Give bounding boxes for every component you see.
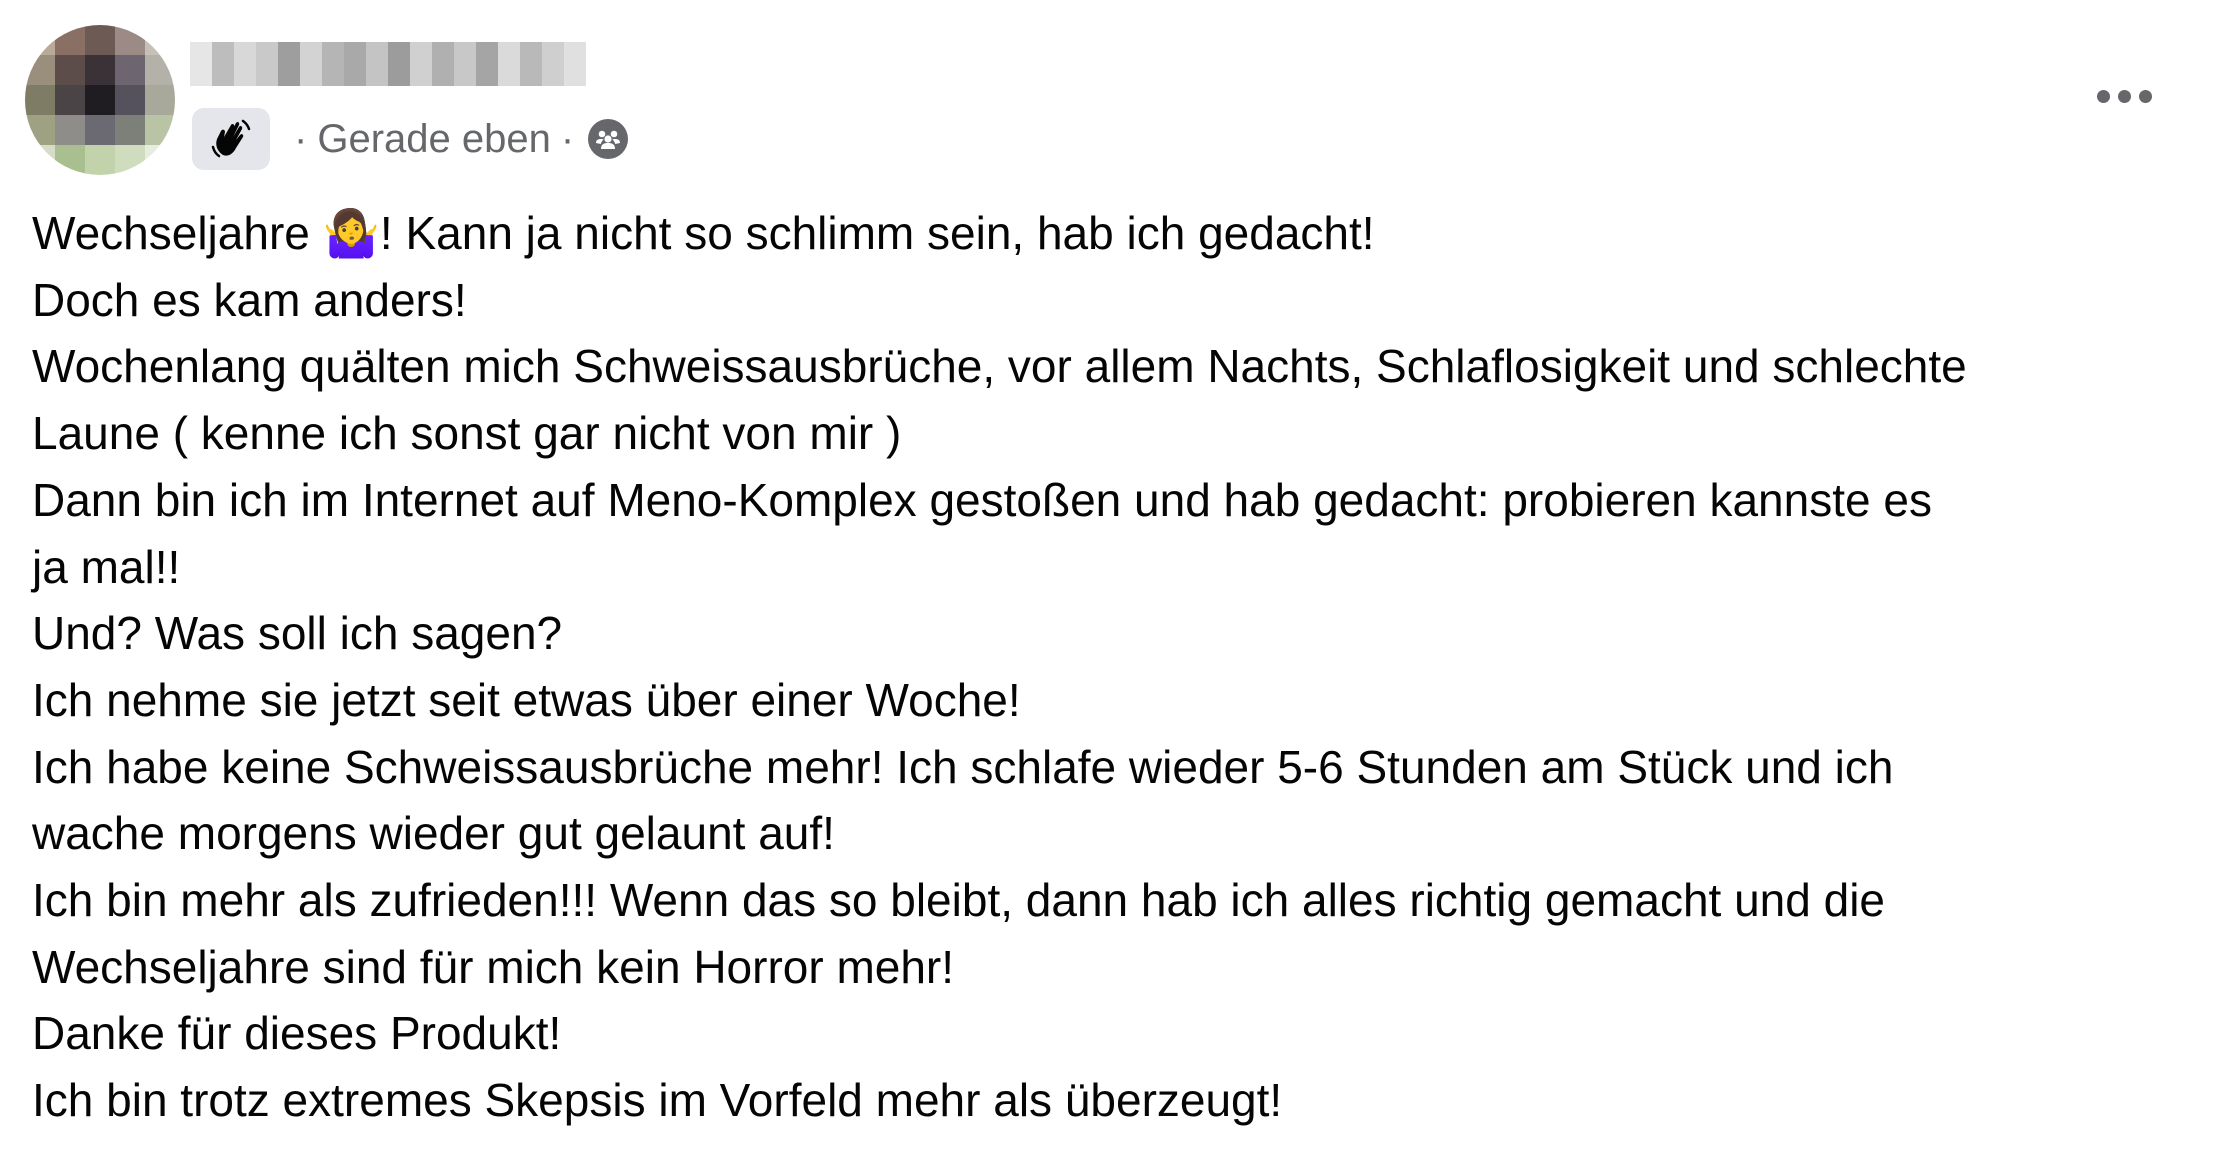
post-meta: · Gerade eben · (192, 108, 629, 170)
meta-separator: · (560, 116, 575, 161)
group-icon[interactable] (588, 119, 629, 159)
meta-separator: · (294, 116, 308, 161)
more-dot (2138, 89, 2152, 103)
more-dot (2117, 89, 2131, 103)
name-pixel (366, 42, 388, 86)
name-pixel (542, 42, 564, 86)
name-pixel (564, 42, 586, 86)
avatar-pixel (115, 85, 145, 115)
avatar-pixel (115, 55, 145, 85)
avatar-pixel (115, 25, 145, 55)
avatar-pixel (115, 115, 145, 145)
avatar-pixel (55, 85, 85, 115)
post-text-line: Laune ( kenne ich sonst gar nicht von mi… (32, 407, 902, 460)
avatar-pixel (85, 55, 115, 85)
avatar-pixel (145, 145, 175, 175)
name-pixel (476, 42, 498, 86)
name-pixel (190, 42, 212, 86)
name-pixel (432, 42, 454, 86)
post-text-line: Doch es kam anders! (32, 273, 467, 326)
waving-hand-icon[interactable] (192, 108, 270, 170)
name-pixel (256, 42, 278, 86)
post-text-line: Ich habe keine Schweissausbrüche mehr! I… (32, 740, 1894, 793)
post-text-line: ja mal!! (32, 540, 181, 593)
avatar-pixel (85, 25, 115, 55)
avatar-pixel (25, 145, 55, 175)
avatar-pixel (55, 145, 85, 175)
name-pixel (344, 42, 366, 86)
more-dot (2096, 89, 2110, 103)
post-text-line: wache morgens wieder gut gelaunt auf! (32, 807, 835, 860)
name-pixel (388, 42, 410, 86)
name-pixel (498, 42, 520, 86)
name-pixel (234, 42, 256, 86)
post-text-line: Wechseljahre 🤷‍♀️! Kann ja nicht so schl… (32, 206, 1375, 260)
avatar-pixel (145, 115, 175, 145)
name-pixel (520, 42, 542, 86)
post-text-line: Wechseljahre sind für mich kein Horror m… (32, 940, 955, 993)
avatar-pixel (145, 25, 175, 55)
avatar-pixel (85, 85, 115, 115)
name-pixel (410, 42, 432, 86)
post-text-line: Ich bin trotz extremes Skepsis im Vorfel… (32, 1074, 1283, 1127)
post-text-line: Danke für dieses Produkt! (32, 1007, 562, 1060)
avatar[interactable] (25, 25, 175, 175)
avatar-pixel (145, 85, 175, 115)
avatar-pixel (85, 145, 115, 175)
post-text-line: Wochenlang quälten mich Schweissausbrüch… (32, 340, 1967, 393)
avatar-pixel (115, 145, 145, 175)
name-pixel (454, 42, 476, 86)
post-text-line: Dann bin ich im Internet auf Meno-Komple… (32, 473, 1932, 526)
name-pixel (278, 42, 300, 86)
avatar-pixel (85, 115, 115, 145)
post-text-line: Ich bin mehr als zufrieden!!! Wenn das s… (32, 874, 1886, 927)
avatar-pixel (25, 85, 55, 115)
avatar-pixel (25, 115, 55, 145)
post-text: Wechseljahre 🤷‍♀️! Kann ja nicht so schl… (32, 200, 2197, 1134)
avatar-pixel (55, 25, 85, 55)
author-name-blurred[interactable] (190, 42, 586, 88)
name-pixel (300, 42, 322, 86)
avatar-pixel (55, 55, 85, 85)
name-pixel (212, 42, 234, 86)
avatar-pixel (25, 25, 55, 55)
post-timestamp[interactable]: Gerade eben (317, 117, 551, 162)
avatar-pixel (145, 55, 175, 85)
post-text-line: Und? Was soll ich sagen? (32, 607, 563, 660)
facebook-post: · Gerade eben · Wechseljahre 🤷‍♀️! Kann … (0, 0, 2214, 1152)
avatar-pixel (55, 115, 85, 145)
avatar-pixel (25, 55, 55, 85)
name-pixel (322, 42, 344, 86)
post-text-line: Ich nehme sie jetzt seit etwas über eine… (32, 673, 1021, 726)
woman-shrugging-emoji: 🤷‍♀️ (322, 206, 380, 260)
more-options-icon[interactable] (2084, 78, 2164, 114)
